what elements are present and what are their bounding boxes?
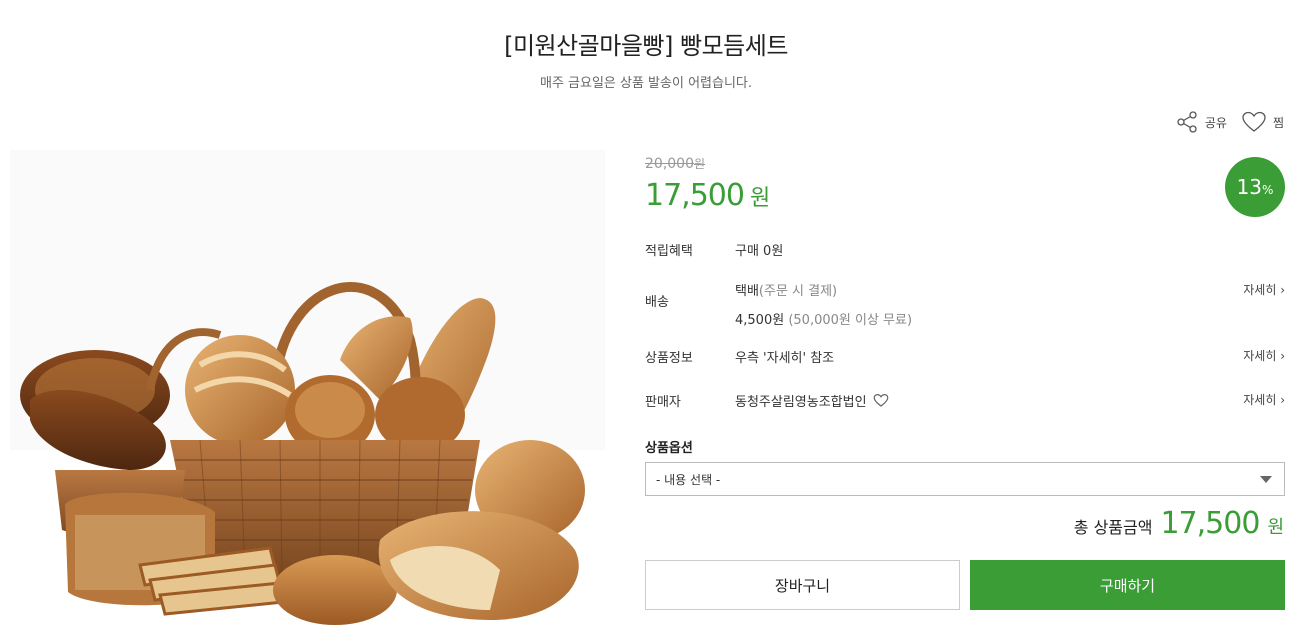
seller-heart-icon[interactable] [873, 393, 889, 408]
buy-button[interactable]: 구매하기 [970, 560, 1285, 610]
share-button[interactable]: 공유 [1175, 110, 1227, 134]
shipping-fee: 4,500원 (50,000원 이상 무료) [735, 309, 912, 328]
total-price-unit: 원 [1267, 517, 1284, 538]
product-image [0, 140, 610, 639]
product-info-label: 상품정보 [645, 351, 693, 366]
share-label: 공유 [1204, 115, 1227, 130]
seller-label: 판매자 [645, 395, 681, 410]
shipping-label: 배송 [645, 295, 669, 310]
original-price-unit: 원 [694, 157, 706, 171]
shipping-fee-note: (50,000원 이상 무료) [788, 313, 913, 328]
seller-name: 동청주살림영농조합법인 [735, 395, 867, 410]
seller-more-link[interactable]: 자세히 › [1243, 391, 1285, 408]
points-label: 적립혜택 [645, 244, 693, 259]
product-title: [미원산골마을빵] 빵모듬세트 [504, 32, 788, 60]
total-price-value: 17,500 [1160, 506, 1260, 541]
wish-button[interactable]: 찜 [1241, 110, 1284, 134]
total-price-label: 총 상품금액 [1073, 518, 1153, 537]
original-price-value: 20,000 [645, 156, 694, 172]
dropdown-arrow-icon [1260, 476, 1272, 483]
seller-value: 동청주살림영농조합법인 [735, 391, 889, 410]
option-label: 상품옵션 [645, 441, 693, 456]
shipping-fee-text: 4,500원 [735, 313, 785, 328]
discount-value: 13 [1236, 175, 1263, 199]
shipping-method-text: 택배 [735, 284, 759, 299]
price-area: 20,000원 17,500 원 13% [645, 155, 1285, 217]
points-value: 구매 0원 [735, 244, 784, 259]
sale-price: 17,500 원 [645, 178, 1285, 213]
shipping-method: 택배(주문 시 결제) [735, 280, 837, 299]
heart-icon [1242, 111, 1266, 132]
product-info-more-link[interactable]: 자세히 › [1243, 347, 1285, 364]
option-select-value: - 내용 선택 - [656, 472, 721, 487]
sale-price-unit: 원 [749, 186, 770, 211]
product-info-value: 우측 '자세히' 참조 [735, 351, 835, 366]
cart-button[interactable]: 장바구니 [645, 560, 960, 610]
total-price: 총 상품금액 17,500 원 [1074, 506, 1284, 541]
discount-badge: 13% [1225, 157, 1285, 217]
product-subtitle: 매주 금요일은 상품 발송이 어렵습니다. [539, 76, 753, 91]
share-icon [1177, 111, 1197, 133]
shipping-row: 배송 택배(주문 시 결제) 4,500원 (50,000원 이상 무료) 자세… [645, 280, 1285, 328]
discount-unit: % [1262, 183, 1274, 197]
original-price: 20,000원 [645, 155, 1285, 172]
shipping-more-link[interactable]: 자세히 › [1243, 281, 1285, 298]
product-actions: 공유 찜 [1175, 110, 1284, 134]
option-select[interactable]: - 내용 선택 - [645, 462, 1285, 496]
sale-price-value: 17,500 [645, 178, 745, 213]
wish-label: 찜 [1272, 115, 1284, 130]
shipping-method-note: (주문 시 결제) [758, 284, 838, 299]
